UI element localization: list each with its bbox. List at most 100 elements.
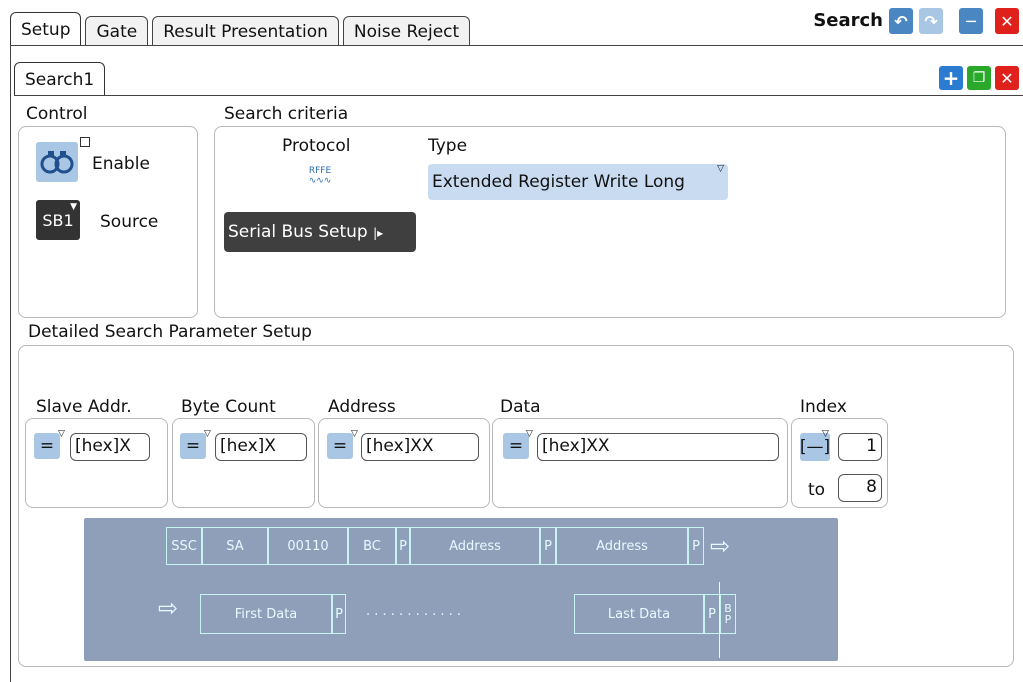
frame-cell-text: 00110 [287,538,329,554]
continue-arrow-icon: ⇨ [710,532,731,560]
dropdown-indicator-icon: ▽ [58,429,65,439]
frame-cell-text: SA [226,538,244,554]
minimize-button[interactable]: ─ [959,8,983,34]
protocol-label: Protocol [282,136,351,156]
start-arrow-icon: ⇨ [158,594,179,622]
eq-symbol: = [332,436,348,456]
frame-cell-first-data: First Data [200,594,332,634]
close-button[interactable]: ✕ [995,8,1019,34]
byte-count-box [172,418,315,508]
tab-result-label: Result Presentation [163,21,328,42]
dropdown-indicator-icon: ▽ [822,429,829,439]
slave-addr-operator[interactable]: = [34,433,60,459]
type-label: Type [428,136,468,156]
frame-cell-ssc: SSC [166,527,202,565]
frame-cell-last-data: Last Data [574,594,704,634]
arrow-right-icon: |▸ [373,226,384,240]
frame-cell-parity: P [688,527,704,565]
frame-cell-text: P [335,606,343,622]
delete-search-button[interactable]: ✕ [995,66,1019,90]
frame-cell-text: Last Data [607,606,671,622]
subtab-divider [14,95,1023,96]
frame-cell-text: P [544,538,552,554]
data-field[interactable]: [hex]XX [537,433,779,461]
protocol-rffe-icon[interactable]: RFFE ∿∿∿ [300,166,340,196]
tab-result-presentation[interactable]: Result Presentation [152,16,339,46]
eq-symbol: = [39,436,55,456]
protocol-icon-text: RFFE [308,166,332,176]
tab-search1[interactable]: Search1 [14,62,106,96]
tab-noise-reject[interactable]: Noise Reject [342,16,471,46]
data-value: [hex]XX [542,436,610,456]
close-icon: ✕ [1000,11,1014,31]
binoculars-icon [40,151,74,174]
frame-cell-text: P [399,538,407,554]
enable-label: Enable [92,154,150,174]
index-from-field[interactable]: 1 [838,433,882,461]
frame-cell-sa: SA [202,527,268,565]
tab-setup-label: Setup [21,19,71,40]
tab-gate[interactable]: Gate [85,16,149,46]
dropdown-indicator-icon: ▼ [70,202,77,212]
frame-cell-text: B P [724,602,732,626]
source-icon-label: SB1 [42,210,74,230]
address-field[interactable]: [hex]XX [361,433,479,461]
byte-count-field[interactable]: [hex]X [215,433,307,461]
slave-addr-field[interactable]: [hex]X [70,433,150,461]
byte-count-operator[interactable]: = [180,433,206,459]
data-label: Data [500,397,541,417]
tab-gate-label: Gate [96,21,138,42]
delete-icon: ✕ [1000,68,1014,88]
source-label: Source [100,212,159,232]
window-title: Search [813,10,883,31]
top-tab-bar: Setup Gate Result Presentation Noise Rej… [10,12,474,46]
dropdown-indicator-icon: ▽ [526,429,533,439]
left-border [10,45,11,682]
eq-symbol: = [508,436,524,456]
slave-addr-box [25,418,168,508]
index-from-value: 1 [866,436,877,456]
enable-toggle[interactable] [36,142,78,182]
detail-title: Detailed Search Parameter Setup [28,322,312,342]
byte-count-label: Byte Count [181,397,276,417]
criteria-title: Search criteria [224,104,349,124]
undo-icon: ↶ [894,11,908,31]
type-value: Extended Register Write Long [432,172,685,192]
enable-checkbox[interactable] [80,137,90,147]
dropdown-indicator-icon: ▽ [717,164,724,174]
dropdown-indicator-icon: ▽ [204,429,211,439]
frame-diagram: SSC SA 00110 BC P Address P Address P ⇨ … [84,518,838,661]
address-operator[interactable]: = [327,433,353,459]
bus-park-marker-icon [719,582,720,658]
protocol-wave-icon: ∿∿∿ [308,176,332,186]
frame-cell-address: Address [556,527,688,565]
serial-bus-label: Serial Bus Setup [228,222,368,242]
type-select[interactable]: Extended Register Write Long ▽ [428,164,728,200]
index-to-label: to [808,480,826,500]
address-label: Address [328,397,396,417]
index-to-value: 8 [866,477,877,497]
data-box [492,418,788,508]
frame-cell-text: P [708,606,716,622]
redo-icon: ↷ [924,11,938,31]
tab-noise-label: Noise Reject [353,21,460,42]
tab-setup[interactable]: Setup [10,12,82,46]
copy-icon: ❐ [972,70,986,86]
frame-cell-bus-park: B P [720,594,736,634]
add-search-button[interactable]: + [939,66,963,90]
undo-button[interactable]: ↶ [889,8,913,34]
frame-cell-text: Address [596,538,648,554]
tab-search1-label: Search1 [25,69,95,90]
address-value: [hex]XX [366,436,434,456]
source-button[interactable]: SB1 ▼ [36,200,80,240]
eq-symbol: = [185,436,201,456]
slave-addr-value: [hex]X [75,436,131,456]
index-to-field[interactable]: 8 [838,474,882,502]
frame-cell-cmd: 00110 [268,527,348,565]
serial-bus-setup-button[interactable]: Serial Bus Setup |▸ [224,212,416,252]
frame-cell-parity: P [540,527,556,565]
frame-cell-text: P [692,538,700,554]
redo-button[interactable]: ↷ [919,8,943,34]
copy-search-button[interactable]: ❐ [967,66,991,90]
frame-cell-parity: P [396,527,410,565]
